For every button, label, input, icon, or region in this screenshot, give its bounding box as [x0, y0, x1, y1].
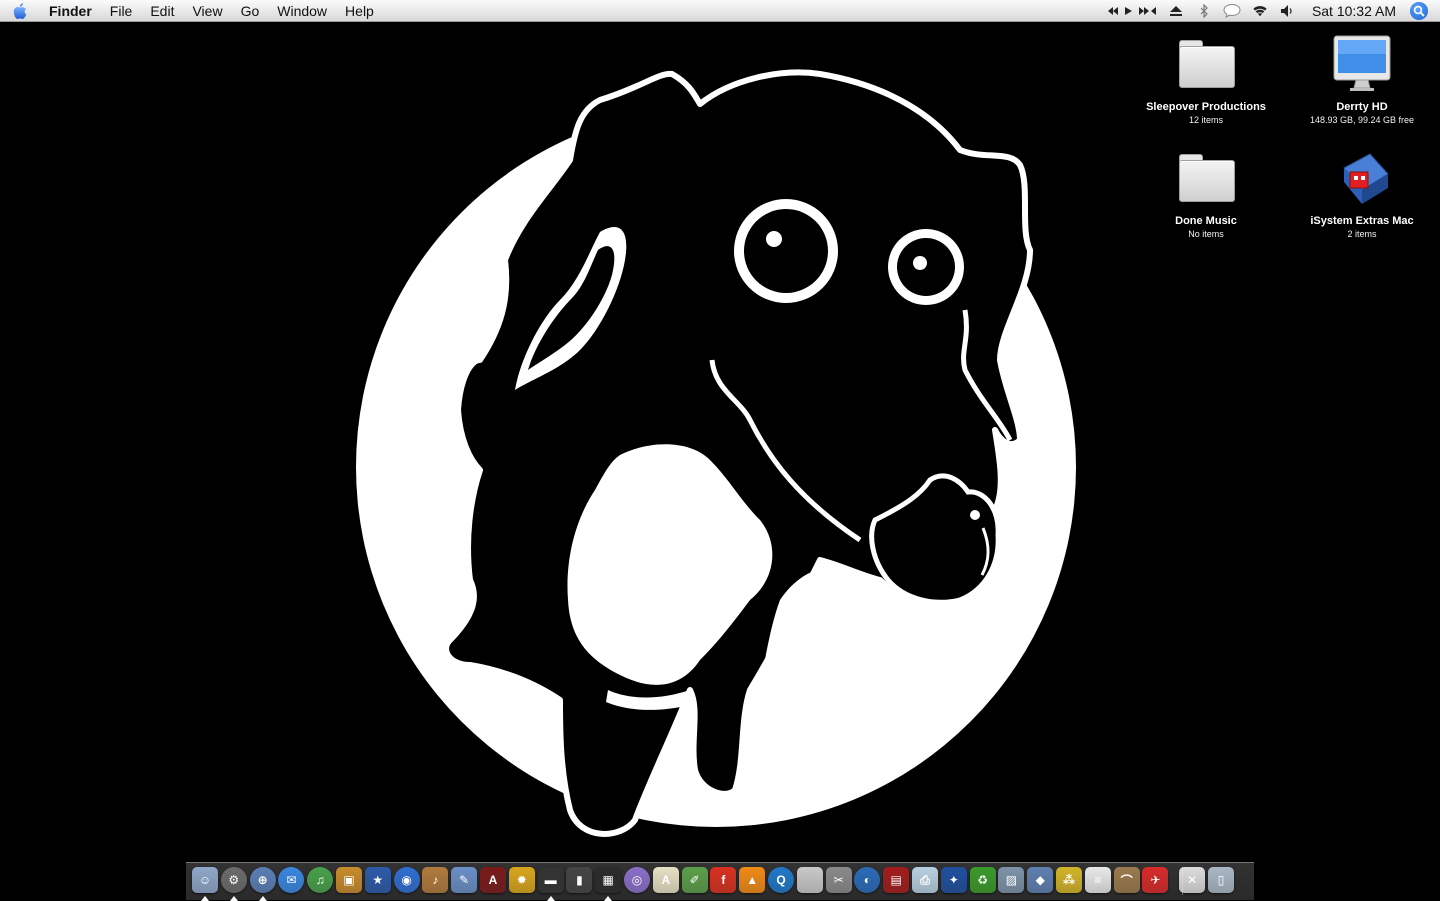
- desktop-icon-label: iSystem Extras Mac: [1310, 215, 1414, 227]
- bee-icon[interactable]: ⁂: [1056, 867, 1082, 893]
- desktop-icon-info: No items: [1188, 229, 1224, 239]
- menu-finder[interactable]: Finder: [40, 0, 101, 22]
- trash-icon[interactable]: ▯: [1208, 867, 1234, 893]
- package-icon: [1330, 148, 1394, 212]
- iweb-icon[interactable]: ✎: [451, 867, 478, 893]
- vlc-icon[interactable]: ▲: [739, 867, 766, 893]
- menu-window[interactable]: Window: [268, 0, 336, 22]
- dock-running-indicator: [546, 896, 555, 901]
- video-app-icon[interactable]: ▮: [566, 867, 593, 893]
- menu-view[interactable]: View: [183, 0, 231, 22]
- menu-extras: Sat 10:32 AM: [1102, 0, 1440, 22]
- garageband-icon[interactable]: ♪: [422, 867, 449, 893]
- idvd-icon[interactable]: ◉: [393, 867, 420, 893]
- itunes-icon[interactable]: ♫: [307, 867, 334, 893]
- desktop-icon-label: Derrty HD: [1336, 101, 1388, 113]
- menu-file[interactable]: File: [101, 0, 142, 22]
- desktop-icon-derrty-hd[interactable]: Derrty HD 148.93 GB, 99.24 GB free: [1287, 34, 1437, 126]
- menu-help[interactable]: Help: [336, 0, 383, 22]
- ichat-icon[interactable]: ✉: [278, 867, 305, 893]
- dock-running-indicator: [201, 896, 209, 901]
- blue-bird-icon[interactable]: ✦: [940, 867, 967, 893]
- mail-stack-icon[interactable]: ✕: [1179, 867, 1206, 893]
- dvd-player-icon[interactable]: ▬: [537, 867, 564, 893]
- document-icon[interactable]: ≡: [1084, 867, 1111, 893]
- menu-bar: Finder File Edit View Go Window Help Sat…: [0, 0, 1440, 22]
- system-preferences-icon[interactable]: ⚙: [220, 867, 247, 893]
- menu-edit[interactable]: Edit: [141, 0, 183, 22]
- tools-icon[interactable]: ✂: [825, 867, 852, 893]
- menu-clock[interactable]: Sat 10:32 AM: [1302, 3, 1410, 19]
- iphoto-icon[interactable]: ▣: [336, 867, 362, 893]
- wifi-icon[interactable]: [1246, 0, 1274, 22]
- desktop-icon-sleepover-productions[interactable]: Sleepover Productions 12 items: [1131, 34, 1281, 126]
- clapper-icon[interactable]: ▦: [595, 867, 622, 893]
- dock-running-indicator: [258, 896, 267, 901]
- network-icon[interactable]: ◆: [1027, 867, 1054, 893]
- desktop-icon-info: 148.93 GB, 99.24 GB free: [1309, 115, 1415, 125]
- desktop-icon-label: Sleepover Productions: [1146, 101, 1266, 113]
- desktop-icon-done-music[interactable]: Done Music No items: [1131, 148, 1281, 240]
- printer-icon[interactable]: ⎙: [912, 867, 938, 893]
- eject-icon[interactable]: [1162, 0, 1190, 22]
- folder-icon: [1174, 148, 1238, 212]
- desktop-icon-isystem-extras-mac[interactable]: iSystem Extras Mac 2 items: [1287, 148, 1437, 240]
- dock: ☺ ⚙ ⊕ ✉ ♫ ▣ ★ ◉ ♪ ✎ A ✹ ▬ ▮ ▦ ◎ A ✐ f ▲ Q ✂ ◐ ▤ ⎙ ✦ ♻ ▨ ◆ ⁂ ≡ ⌒ ✈ ✕ ▯: [186, 862, 1254, 901]
- imac-hard-drive-icon: [1330, 34, 1394, 98]
- finder-icon[interactable]: ☺: [192, 867, 218, 893]
- desktop-icon-info: 2 items: [1347, 229, 1377, 239]
- photo-icon[interactable]: ▨: [998, 867, 1025, 893]
- itunes-controls-icon[interactable]: [1102, 0, 1162, 22]
- quicktime-icon[interactable]: Q: [768, 867, 794, 893]
- flash-icon[interactable]: f: [710, 867, 737, 893]
- burst-icon[interactable]: ✹: [508, 867, 535, 893]
- hat-icon[interactable]: ⌒: [1113, 867, 1140, 893]
- bluetooth-icon[interactable]: [1190, 0, 1218, 22]
- dock-running-indicator: [604, 896, 613, 901]
- textedit-icon[interactable]: A: [652, 867, 679, 893]
- apple-menu-icon[interactable]: [0, 0, 40, 22]
- safari-icon[interactable]: ⊕: [249, 867, 276, 893]
- americas-army-icon[interactable]: A: [480, 867, 506, 893]
- menu-go[interactable]: Go: [232, 0, 269, 22]
- ichat-status-icon[interactable]: [1218, 0, 1246, 22]
- film-strip-icon[interactable]: ▤: [883, 867, 910, 893]
- volume-icon[interactable]: [1274, 0, 1302, 22]
- recycle-icon[interactable]: ♻: [969, 867, 996, 893]
- globe-icon[interactable]: ◐: [854, 867, 881, 893]
- desktop-icon-info: 12 items: [1188, 115, 1223, 125]
- red-app-icon[interactable]: ✈: [1142, 867, 1169, 893]
- spotlight-icon[interactable]: [1410, 1, 1428, 20]
- imovie-icon[interactable]: ★: [364, 867, 391, 893]
- apple-app-icon[interactable]: [796, 867, 823, 893]
- folder-icon: [1174, 34, 1238, 98]
- script-editor-icon[interactable]: ✐: [681, 867, 708, 893]
- dock-running-indicator: [229, 896, 238, 901]
- desktop-icon-label: Done Music: [1175, 215, 1237, 227]
- dvd-studio-icon[interactable]: ◎: [624, 867, 650, 893]
